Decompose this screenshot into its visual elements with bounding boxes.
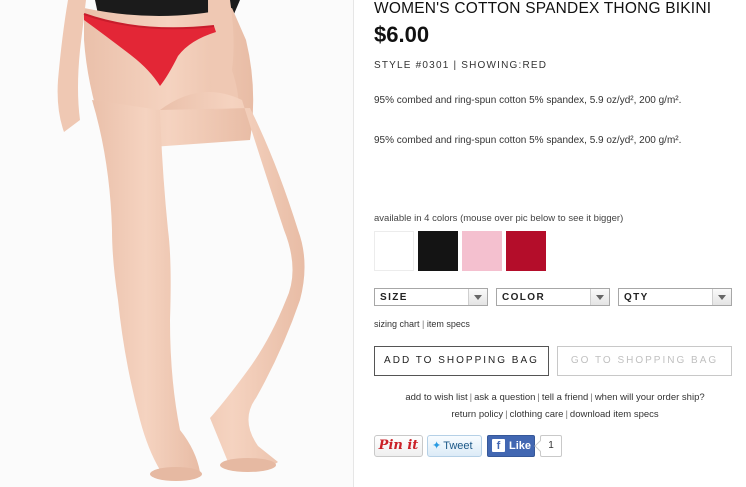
pinit-label: Pin it	[378, 438, 419, 453]
available-colors-text: available in 4 colors (mouse over pic be…	[374, 213, 624, 224]
style-line: STYLE #0301 | SHOWING:RED	[374, 60, 548, 71]
add-to-bag-button[interactable]: ADD TO SHOPPING BAG	[374, 346, 549, 376]
color-select[interactable]: COLOR	[496, 288, 610, 306]
swatch-pink[interactable]	[462, 231, 502, 271]
chevron-down-icon	[712, 289, 731, 305]
info-links-row: return policy | clothing care | download ite…	[374, 409, 736, 420]
like-count-value: 1	[548, 440, 554, 451]
product-description: 95% combed and ring-spun cotton 5% spand…	[374, 95, 682, 106]
size-links: sizing chart | item specs	[374, 319, 470, 329]
separator: |	[537, 392, 540, 403]
like-label: Like	[509, 440, 532, 452]
ask-question-link[interactable]: ask a question	[474, 392, 535, 403]
download-specs-link[interactable]: download item specs	[570, 409, 659, 420]
return-policy-link[interactable]: return policy	[451, 409, 503, 420]
tell-friend-link[interactable]: tell a friend	[542, 392, 588, 403]
swatch-black[interactable]	[418, 231, 458, 271]
separator: |	[590, 392, 593, 403]
product-title: WOMEN'S COTTON SPANDEX THONG BIKINI	[374, 0, 712, 17]
product-photo[interactable]	[0, 0, 354, 487]
product-description-repeat: 95% combed and ring-spun cotton 5% spand…	[374, 135, 682, 146]
separator: |	[469, 392, 473, 403]
facebook-icon: f	[492, 439, 505, 452]
order-ship-link[interactable]: when will your order ship?	[595, 392, 705, 403]
wish-list-link[interactable]: add to wish list	[405, 392, 467, 403]
size-select-label: SIZE	[380, 292, 408, 303]
product-price: $6.00	[374, 22, 430, 47]
sizing-chart-link[interactable]: sizing chart	[374, 319, 420, 329]
twitter-bird-icon: ✦	[432, 440, 442, 452]
separator: |	[422, 319, 425, 329]
separator: |	[505, 409, 508, 420]
pinit-button[interactable]: Pin it	[374, 435, 423, 457]
separator: |	[565, 409, 568, 420]
qty-select[interactable]: QTY	[618, 288, 732, 306]
size-select[interactable]: SIZE	[374, 288, 488, 306]
item-specs-link[interactable]: item specs	[427, 319, 470, 329]
tweet-button[interactable]: ✦ Tweet	[427, 435, 482, 457]
go-to-bag-button[interactable]: GO TO SHOPPING BAG	[557, 346, 732, 376]
action-links-row: add to wish list | ask a question | tell a f…	[374, 392, 736, 403]
swatch-red[interactable]	[506, 231, 546, 271]
chevron-down-icon	[468, 289, 487, 305]
qty-select-label: QTY	[624, 292, 649, 303]
facebook-like-button[interactable]: f Like	[487, 435, 535, 457]
chevron-down-icon	[590, 289, 609, 305]
like-count: 1	[540, 435, 562, 457]
clothing-care-link[interactable]: clothing care	[510, 409, 564, 420]
swatch-white[interactable]	[374, 231, 414, 271]
color-select-label: COLOR	[502, 292, 546, 303]
tweet-label: Tweet	[443, 440, 473, 452]
